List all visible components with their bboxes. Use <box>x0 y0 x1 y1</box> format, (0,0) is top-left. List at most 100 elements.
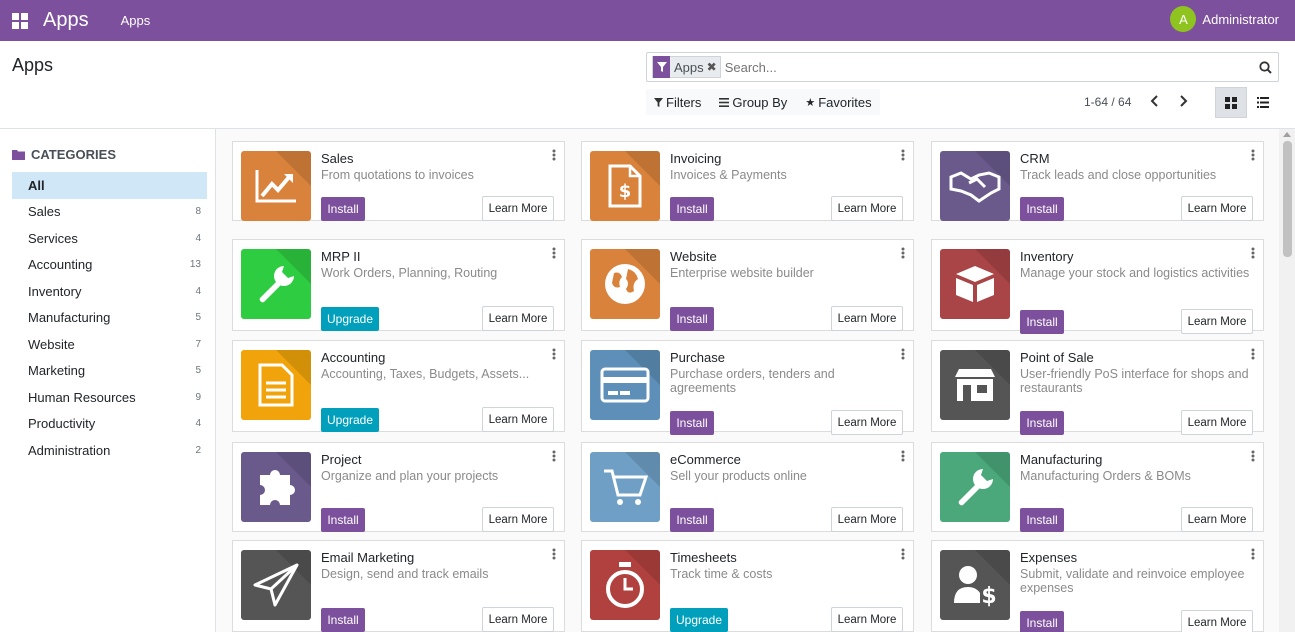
category-item-sales[interactable]: Sales 8 <box>12 199 207 226</box>
app-brand[interactable]: Apps <box>43 9 89 32</box>
app-card-crm[interactable]: CRM Track leads and close opportunities In… <box>931 141 1264 221</box>
more-options-icon[interactable] <box>552 548 558 563</box>
install-button[interactable]: Install <box>1020 197 1064 221</box>
app-card-manufacturing[interactable]: Manufacturing Manufacturing Orders & BOMs… <box>931 442 1264 532</box>
upgrade-button[interactable]: Upgrade <box>321 408 379 432</box>
learn-more-button[interactable]: Learn More <box>831 196 903 221</box>
learn-more-button[interactable]: Learn More <box>1181 507 1253 532</box>
facet-remove-icon[interactable]: ✖ <box>707 60 720 74</box>
more-options-icon[interactable] <box>1251 450 1257 465</box>
app-description: Submit, validate and reinvoice employee … <box>1020 567 1245 595</box>
app-menu-grid-icon[interactable] <box>0 0 40 41</box>
scrollbar-thumb[interactable] <box>1283 141 1292 257</box>
app-card-sales[interactable]: Sales From quotations to invoices Install L… <box>232 141 565 221</box>
categories-list: All Sales 8 Services 4 Accounting 13 Inventory 4… <box>12 172 207 464</box>
install-button[interactable]: Install <box>321 608 365 632</box>
category-label: Administration <box>28 442 111 458</box>
upgrade-button[interactable]: Upgrade <box>670 608 728 632</box>
scrollbar[interactable] <box>1279 129 1295 632</box>
kanban-view-icon[interactable] <box>1215 87 1247 118</box>
category-item-all[interactable]: All <box>12 172 207 199</box>
install-button[interactable]: Install <box>670 307 714 331</box>
app-card-inventory[interactable]: Inventory Manage your stock and logistics… <box>931 239 1264 334</box>
search-box[interactable]: Apps ✖ <box>646 52 1279 82</box>
install-button[interactable]: Install <box>670 197 714 221</box>
category-item-website[interactable]: Website 7 <box>12 331 207 358</box>
app-card-email-marketing[interactable]: Email Marketing Design, send and track em… <box>232 540 565 632</box>
search-icon[interactable] <box>1252 60 1278 74</box>
more-options-icon[interactable] <box>1251 548 1257 563</box>
learn-more-button[interactable]: Learn More <box>1181 309 1253 334</box>
more-options-icon[interactable] <box>552 450 558 465</box>
install-button[interactable]: Install <box>670 411 714 435</box>
menu-item-apps[interactable]: Apps <box>121 13 151 28</box>
category-item-services[interactable]: Services 4 <box>12 225 207 252</box>
app-card-website[interactable]: Website Enterprise website builder Install… <box>581 239 914 331</box>
learn-more-button[interactable]: Learn More <box>1181 196 1253 221</box>
learn-more-button[interactable]: Learn More <box>482 507 554 532</box>
install-button[interactable]: Install <box>1020 508 1064 532</box>
learn-more-button[interactable]: Learn More <box>482 407 554 432</box>
app-card-invoicing[interactable]: $ Invoicing Invoices & Payments Install Lear… <box>581 141 914 221</box>
more-options-icon[interactable] <box>552 149 558 164</box>
app-card-purchase[interactable]: Purchase Purchase orders, tenders and agr… <box>581 340 914 435</box>
group-by-dropdown[interactable]: Group By <box>719 95 787 110</box>
app-card-project[interactable]: Project Organize and plan your projects In… <box>232 442 565 532</box>
top-navbar: Apps Apps A Administrator <box>0 0 1295 41</box>
category-count: 4 <box>195 232 201 244</box>
learn-more-button[interactable]: Learn More <box>482 196 554 221</box>
more-options-icon[interactable] <box>1251 247 1257 262</box>
install-button[interactable]: Install <box>1020 310 1064 334</box>
category-item-administration[interactable]: Administration 2 <box>12 437 207 464</box>
app-card-point-of-sale[interactable]: Point of Sale User-friendly PoS interface… <box>931 340 1264 435</box>
list-view-icon[interactable] <box>1247 87 1279 118</box>
learn-more-button[interactable]: Learn More <box>482 306 554 331</box>
pager-previous-icon[interactable] <box>1148 93 1162 112</box>
user-menu[interactable]: A Administrator <box>1170 6 1279 32</box>
app-card-mrp-ii[interactable]: MRP II Work Orders, Planning, Routing Upgr… <box>232 239 565 331</box>
page-title: Apps <box>12 55 54 75</box>
category-item-inventory[interactable]: Inventory 4 <box>12 278 207 305</box>
category-item-accounting[interactable]: Accounting 13 <box>12 252 207 279</box>
more-options-icon[interactable] <box>901 450 907 465</box>
learn-more-button[interactable]: Learn More <box>831 306 903 331</box>
more-options-icon[interactable] <box>901 548 907 563</box>
app-card-expenses[interactable]: $ Expenses Submit, validate and reinvoice … <box>931 540 1264 632</box>
more-options-icon[interactable] <box>901 149 907 164</box>
learn-more-button[interactable]: Learn More <box>482 607 554 632</box>
install-button[interactable]: Install <box>1020 411 1064 435</box>
app-description: Organize and plan your projects <box>321 469 499 483</box>
install-button[interactable]: Install <box>1020 611 1064 632</box>
app-card-timesheets[interactable]: Timesheets Track time & costs Upgrade Learn… <box>581 540 914 632</box>
upgrade-button[interactable]: Upgrade <box>321 307 379 331</box>
category-item-manufacturing[interactable]: Manufacturing 5 <box>12 305 207 332</box>
favorites-dropdown[interactable]: ★ Favorites <box>805 95 871 110</box>
avatar: A <box>1170 6 1197 32</box>
more-options-icon[interactable] <box>552 348 558 363</box>
install-button[interactable]: Install <box>321 508 365 532</box>
category-item-productivity[interactable]: Productivity 4 <box>12 411 207 438</box>
pager-next-icon[interactable] <box>1176 93 1190 112</box>
more-options-icon[interactable] <box>552 247 558 262</box>
learn-more-button[interactable]: Learn More <box>1181 410 1253 435</box>
category-label: Human Resources <box>28 389 136 405</box>
learn-more-button[interactable]: Learn More <box>831 607 903 632</box>
learn-more-button[interactable]: Learn More <box>831 507 903 532</box>
scroll-up-arrow-icon[interactable] <box>1283 132 1291 137</box>
more-options-icon[interactable] <box>1251 149 1257 164</box>
svg-text:$: $ <box>619 181 632 202</box>
install-button[interactable]: Install <box>670 508 714 532</box>
app-card-ecommerce[interactable]: eCommerce Sell your products online Instal… <box>581 442 914 532</box>
more-options-icon[interactable] <box>901 247 907 262</box>
filters-dropdown[interactable]: Filters <box>654 95 701 110</box>
pager-value[interactable]: 1-64 / 64 <box>1084 95 1131 109</box>
app-card-accounting[interactable]: Accounting Accounting, Taxes, Budgets, As… <box>232 340 565 432</box>
category-item-marketing[interactable]: Marketing 5 <box>12 358 207 385</box>
install-button[interactable]: Install <box>321 197 365 221</box>
learn-more-button[interactable]: Learn More <box>831 410 903 435</box>
category-item-human-resources[interactable]: Human Resources 9 <box>12 384 207 411</box>
more-options-icon[interactable] <box>1251 348 1257 363</box>
more-options-icon[interactable] <box>901 348 907 363</box>
search-input[interactable] <box>724 56 1252 78</box>
learn-more-button[interactable]: Learn More <box>1181 610 1253 632</box>
